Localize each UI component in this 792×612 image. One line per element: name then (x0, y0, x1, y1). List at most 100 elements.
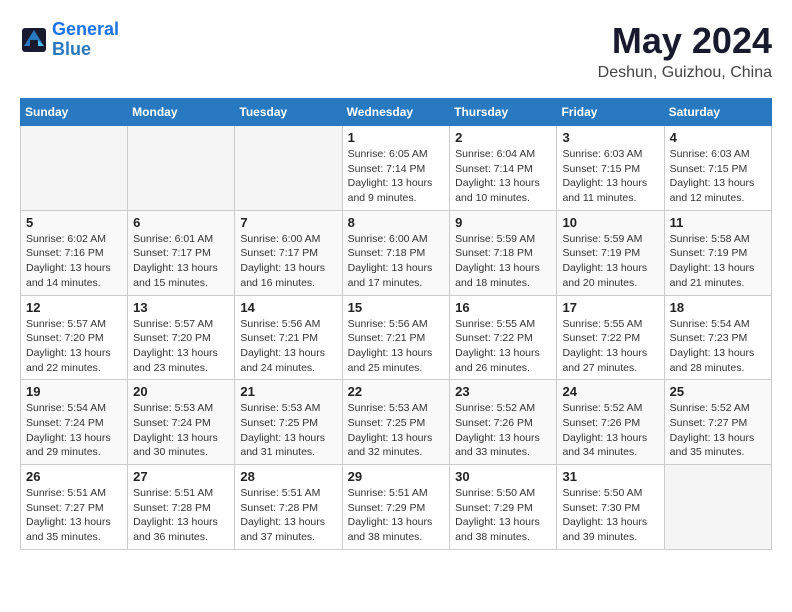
day-info: Sunrise: 6:01 AMSunset: 7:17 PMDaylight:… (133, 232, 229, 291)
day-number: 1 (348, 130, 445, 145)
logo: General Blue (20, 20, 119, 60)
day-info: Sunrise: 5:53 AMSunset: 7:25 PMDaylight:… (348, 401, 445, 460)
calendar-week-row: 5 Sunrise: 6:02 AMSunset: 7:16 PMDaylight… (21, 210, 772, 295)
day-info: Sunrise: 5:59 AMSunset: 7:18 PMDaylight:… (455, 232, 551, 291)
table-row: 7 Sunrise: 6:00 AMSunset: 7:17 PMDaylight… (235, 210, 342, 295)
table-row: 20 Sunrise: 5:53 AMSunset: 7:24 PMDayligh… (128, 380, 235, 465)
day-info: Sunrise: 5:51 AMSunset: 7:28 PMDaylight:… (133, 486, 229, 545)
day-info: Sunrise: 6:04 AMSunset: 7:14 PMDaylight:… (455, 147, 551, 206)
day-info: Sunrise: 6:02 AMSunset: 7:16 PMDaylight:… (26, 232, 122, 291)
day-number: 22 (348, 384, 445, 399)
day-number: 8 (348, 215, 445, 230)
day-number: 12 (26, 300, 122, 315)
calendar-week-row: 12 Sunrise: 5:57 AMSunset: 7:20 PMDayligh… (21, 295, 772, 380)
day-number: 5 (26, 215, 122, 230)
weekday-tuesday: Tuesday (235, 99, 342, 126)
day-number: 30 (455, 469, 551, 484)
day-number: 13 (133, 300, 229, 315)
day-info: Sunrise: 5:53 AMSunset: 7:25 PMDaylight:… (240, 401, 336, 460)
table-row: 28Sunrise: 5:51 AMSunset: 7:28 PMDayligh… (235, 465, 342, 550)
day-info: Sunrise: 5:52 AMSunset: 7:26 PMDaylight:… (562, 401, 658, 460)
day-info: Sunrise: 6:03 AMSunset: 7:15 PMDaylight:… (562, 147, 658, 206)
weekday-header-row: Sunday Monday Tuesday Wednesday Thursday… (21, 99, 772, 126)
day-info: Sunrise: 5:54 AMSunset: 7:24 PMDaylight:… (26, 401, 122, 460)
day-info: Sunrise: 6:00 AMSunset: 7:17 PMDaylight:… (240, 232, 336, 291)
table-row: 22 Sunrise: 5:53 AMSunset: 7:25 PMDayligh… (342, 380, 450, 465)
day-number: 3 (562, 130, 658, 145)
day-info: Sunrise: 5:54 AMSunset: 7:23 PMDaylight:… (670, 317, 766, 376)
table-row: 5 Sunrise: 6:02 AMSunset: 7:16 PMDaylight… (21, 210, 128, 295)
table-row: 31Sunrise: 5:50 AMSunset: 7:30 PMDayligh… (557, 465, 664, 550)
calendar-week-row: 26Sunrise: 5:51 AMSunset: 7:27 PMDayligh… (21, 465, 772, 550)
day-info: Sunrise: 5:51 AMSunset: 7:29 PMDaylight:… (348, 486, 445, 545)
table-row (235, 126, 342, 211)
day-number: 10 (562, 215, 658, 230)
logo-line1: General (52, 19, 119, 39)
day-info: Sunrise: 5:50 AMSunset: 7:29 PMDaylight:… (455, 486, 551, 545)
day-info: Sunrise: 5:50 AMSunset: 7:30 PMDaylight:… (562, 486, 658, 545)
table-row: 16 Sunrise: 5:55 AMSunset: 7:22 PMDayligh… (450, 295, 557, 380)
calendar-week-row: 19 Sunrise: 5:54 AMSunset: 7:24 PMDayligh… (21, 380, 772, 465)
table-row: 1 Sunrise: 6:05 AMSunset: 7:14 PMDaylight… (342, 126, 450, 211)
day-number: 4 (670, 130, 766, 145)
day-number: 20 (133, 384, 229, 399)
day-number: 21 (240, 384, 336, 399)
day-info: Sunrise: 5:55 AMSunset: 7:22 PMDaylight:… (455, 317, 551, 376)
table-row: 21 Sunrise: 5:53 AMSunset: 7:25 PMDayligh… (235, 380, 342, 465)
table-row: 14 Sunrise: 5:56 AMSunset: 7:21 PMDayligh… (235, 295, 342, 380)
weekday-wednesday: Wednesday (342, 99, 450, 126)
table-row: 26Sunrise: 5:51 AMSunset: 7:27 PMDayligh… (21, 465, 128, 550)
table-row: 25 Sunrise: 5:52 AMSunset: 7:27 PMDayligh… (664, 380, 771, 465)
day-number: 27 (133, 469, 229, 484)
title-block: May 2024 Deshun, Guizhou, China (598, 20, 772, 82)
day-number: 2 (455, 130, 551, 145)
table-row: 8 Sunrise: 6:00 AMSunset: 7:18 PMDaylight… (342, 210, 450, 295)
calendar-week-row: 1 Sunrise: 6:05 AMSunset: 7:14 PMDaylight… (21, 126, 772, 211)
table-row: 29Sunrise: 5:51 AMSunset: 7:29 PMDayligh… (342, 465, 450, 550)
day-info: Sunrise: 6:03 AMSunset: 7:15 PMDaylight:… (670, 147, 766, 206)
day-number: 25 (670, 384, 766, 399)
table-row (664, 465, 771, 550)
day-info: Sunrise: 5:56 AMSunset: 7:21 PMDaylight:… (240, 317, 336, 376)
day-number: 9 (455, 215, 551, 230)
weekday-sunday: Sunday (21, 99, 128, 126)
day-info: Sunrise: 5:53 AMSunset: 7:24 PMDaylight:… (133, 401, 229, 460)
weekday-thursday: Thursday (450, 99, 557, 126)
day-info: Sunrise: 5:55 AMSunset: 7:22 PMDaylight:… (562, 317, 658, 376)
day-number: 26 (26, 469, 122, 484)
day-number: 17 (562, 300, 658, 315)
calendar-subtitle: Deshun, Guizhou, China (598, 64, 772, 82)
table-row (128, 126, 235, 211)
weekday-monday: Monday (128, 99, 235, 126)
day-info: Sunrise: 6:05 AMSunset: 7:14 PMDaylight:… (348, 147, 445, 206)
day-info: Sunrise: 5:52 AMSunset: 7:26 PMDaylight:… (455, 401, 551, 460)
table-row: 30 Sunrise: 5:50 AMSunset: 7:29 PMDayligh… (450, 465, 557, 550)
day-number: 7 (240, 215, 336, 230)
day-number: 18 (670, 300, 766, 315)
day-info: Sunrise: 5:52 AMSunset: 7:27 PMDaylight:… (670, 401, 766, 460)
day-info: Sunrise: 5:59 AMSunset: 7:19 PMDaylight:… (562, 232, 658, 291)
weekday-saturday: Saturday (664, 99, 771, 126)
weekday-friday: Friday (557, 99, 664, 126)
day-number: 6 (133, 215, 229, 230)
table-row: 10 Sunrise: 5:59 AMSunset: 7:19 PMDayligh… (557, 210, 664, 295)
day-number: 16 (455, 300, 551, 315)
day-info: Sunrise: 5:57 AMSunset: 7:20 PMDaylight:… (26, 317, 122, 376)
page-header: General Blue May 2024 Deshun, Guizhou, C… (20, 20, 772, 82)
day-info: Sunrise: 5:57 AMSunset: 7:20 PMDaylight:… (133, 317, 229, 376)
logo-text: General Blue (52, 20, 119, 60)
table-row: 17 Sunrise: 5:55 AMSunset: 7:22 PMDayligh… (557, 295, 664, 380)
table-row: 2 Sunrise: 6:04 AMSunset: 7:14 PMDaylight… (450, 126, 557, 211)
table-row: 12 Sunrise: 5:57 AMSunset: 7:20 PMDayligh… (21, 295, 128, 380)
table-row: 23Sunrise: 5:52 AMSunset: 7:26 PMDayligh… (450, 380, 557, 465)
day-info: Sunrise: 5:58 AMSunset: 7:19 PMDaylight:… (670, 232, 766, 291)
table-row: 9 Sunrise: 5:59 AMSunset: 7:18 PMDaylight… (450, 210, 557, 295)
table-row: 18 Sunrise: 5:54 AMSunset: 7:23 PMDayligh… (664, 295, 771, 380)
day-info: Sunrise: 6:00 AMSunset: 7:18 PMDaylight:… (348, 232, 445, 291)
day-info: Sunrise: 5:56 AMSunset: 7:21 PMDaylight:… (348, 317, 445, 376)
table-row: 27 Sunrise: 5:51 AMSunset: 7:28 PMDayligh… (128, 465, 235, 550)
table-row: 6 Sunrise: 6:01 AMSunset: 7:17 PMDaylight… (128, 210, 235, 295)
day-number: 14 (240, 300, 336, 315)
day-number: 19 (26, 384, 122, 399)
table-row: 15Sunrise: 5:56 AMSunset: 7:21 PMDayligh… (342, 295, 450, 380)
